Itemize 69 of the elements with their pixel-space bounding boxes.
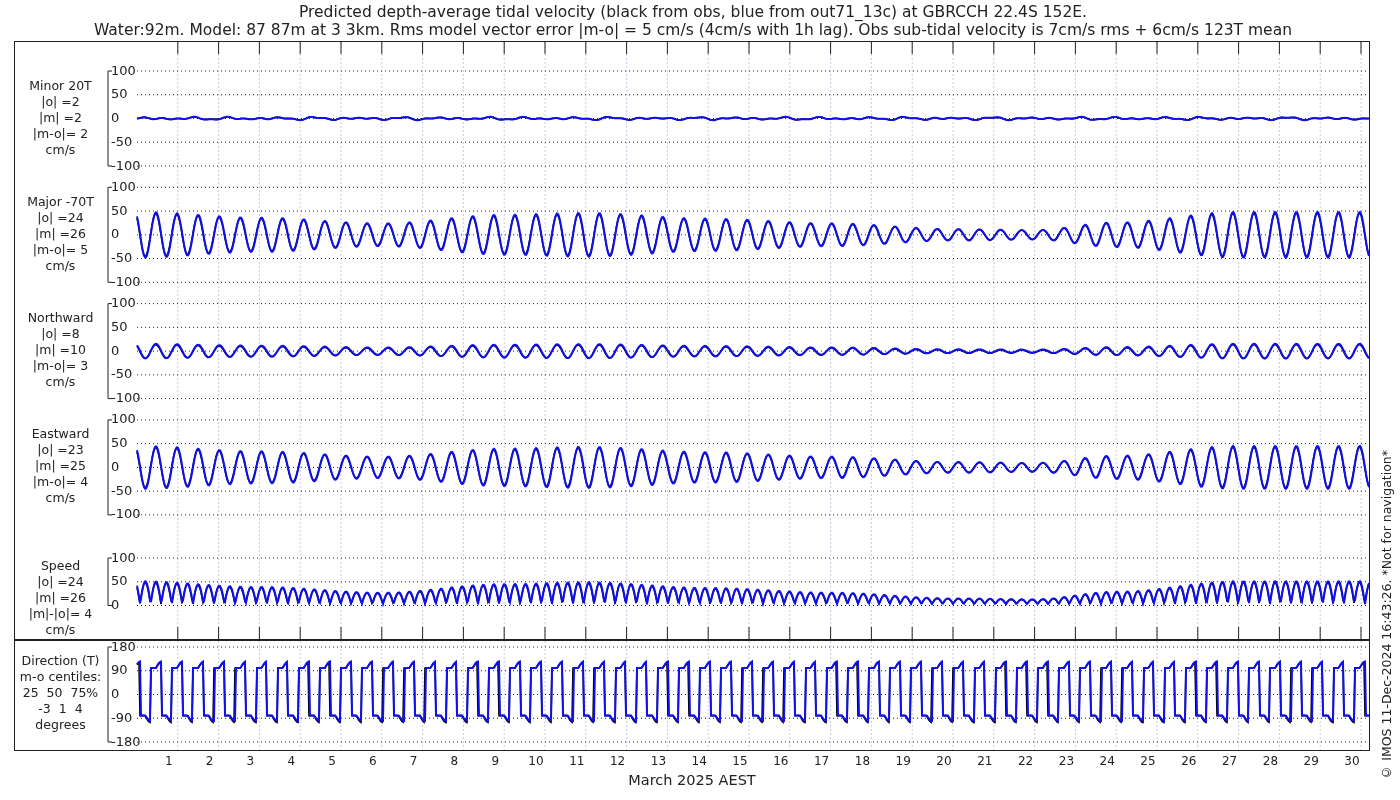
day-label: 4 (287, 754, 295, 768)
day-label: 25 (1140, 754, 1156, 768)
day-label: 2 (205, 754, 214, 768)
axis-tick-label: -180 (111, 733, 141, 749)
axis-tick-label: 50 (111, 86, 128, 102)
day-label: 29 (1303, 754, 1319, 768)
panel-label: Speed |o| =24 |m| =26 |m|-|o|= 4 cm/s (28, 558, 93, 638)
panel-label: Eastward |o| =23 |m| =25 |m-o|= 4 cm/s (31, 426, 90, 506)
day-label: 8 (450, 754, 459, 768)
axis-tick-label: 50 (111, 202, 128, 218)
day-label: 16 (773, 754, 789, 768)
axis-tick-label: -100 (111, 273, 141, 289)
axis-tick-label: 50 (111, 318, 128, 334)
day-label: 11 (569, 754, 585, 768)
day-label: 9 (491, 754, 499, 768)
axis-tick-label: 0 (111, 226, 120, 242)
axis-tick-label: 0 (111, 342, 120, 358)
axis-tick-label: 180 (111, 641, 136, 654)
day-label: 23 (1058, 754, 1075, 768)
panel-label: Northward |o| =8 |m| =10 |m-o|= 3 cm/s (27, 310, 94, 390)
day-label: 15 (732, 754, 748, 768)
axis-tick-label: 0 (111, 597, 120, 612)
axis-tick-label: 100 (111, 178, 136, 194)
axis-tick-label: -50 (111, 366, 133, 382)
axis-tick-label: -50 (111, 482, 133, 498)
axis-tick-label: 50 (111, 435, 128, 451)
day-label: 12 (609, 754, 626, 768)
day-label: 10 (528, 754, 544, 768)
day-label: 17 (813, 754, 830, 768)
axis-tick-label: 100 (111, 62, 136, 78)
axis-tick-label: 0 (111, 458, 120, 474)
axis-tick-label: 100 (111, 295, 136, 311)
axis-tick-label: -100 (111, 506, 141, 522)
axis-tick-label: 0 (111, 686, 120, 701)
copyright-note: © IMOS 11-Dec-2024 16:43:26. *Not for navigation* (1378, 450, 1394, 780)
axis-tick-label: -50 (111, 133, 133, 149)
axis-tick-label: -50 (111, 250, 133, 266)
day-label: 20 (936, 754, 952, 768)
day-label: 7 (409, 754, 418, 768)
day-label: 14 (691, 754, 707, 768)
axis-tick-label: 50 (111, 573, 128, 589)
axis-tick-label: 100 (111, 411, 136, 427)
day-label: 18 (854, 754, 871, 768)
day-label: 27 (1221, 754, 1238, 768)
chart-title: Water:92m. Model: 87 87m at 3 3km. Rms model vector error |m-o| = 5 cm/s (4cm/s with 1h lag). Obs sub-tidal velocity is 7cm/s rms + 6cm/s 123T mean (94, 20, 1292, 39)
day-label: 22 (1017, 754, 1034, 768)
day-label: 6 (369, 754, 377, 768)
day-label: 5 (328, 754, 336, 768)
day-label: 3 (246, 754, 255, 768)
chart-title: Predicted depth-average tidal velocity (black from obs, blue from out71_13c) at GBRCCH 22.4S 152E. (298, 2, 1088, 21)
day-label: 26 (1181, 754, 1197, 768)
panel-label: Minor 20T |o| =2 |m| =2 |m-o|= 2 cm/s (29, 78, 92, 158)
panel-label: Major -70T |o| =24 |m| =26 |m-o|= 5 cm/s (27, 194, 94, 274)
axis-tick-label: 0 (111, 110, 120, 125)
axis-tick-label: -90 (111, 709, 133, 725)
day-label: 28 (1262, 754, 1279, 768)
day-label: 24 (1099, 754, 1115, 768)
axis-tick-label: 100 (111, 549, 136, 565)
axis-tick-label: -100 (111, 390, 141, 406)
axis-tick-label: -100 (111, 157, 141, 173)
axis-tick-label: 90 (111, 662, 128, 678)
panel-label: Direction (T) m-o centiles: 25 50 75% -3 1 4 degrees (19, 653, 102, 733)
day-label: 21 (977, 754, 993, 768)
day-label: 13 (650, 754, 667, 768)
day-label: 19 (895, 754, 911, 768)
day-label: 1 (165, 754, 173, 768)
day-label: 30 (1344, 754, 1360, 768)
y-axis-line (107, 557, 113, 606)
x-axis-title: March 2025 AEST (628, 772, 756, 788)
